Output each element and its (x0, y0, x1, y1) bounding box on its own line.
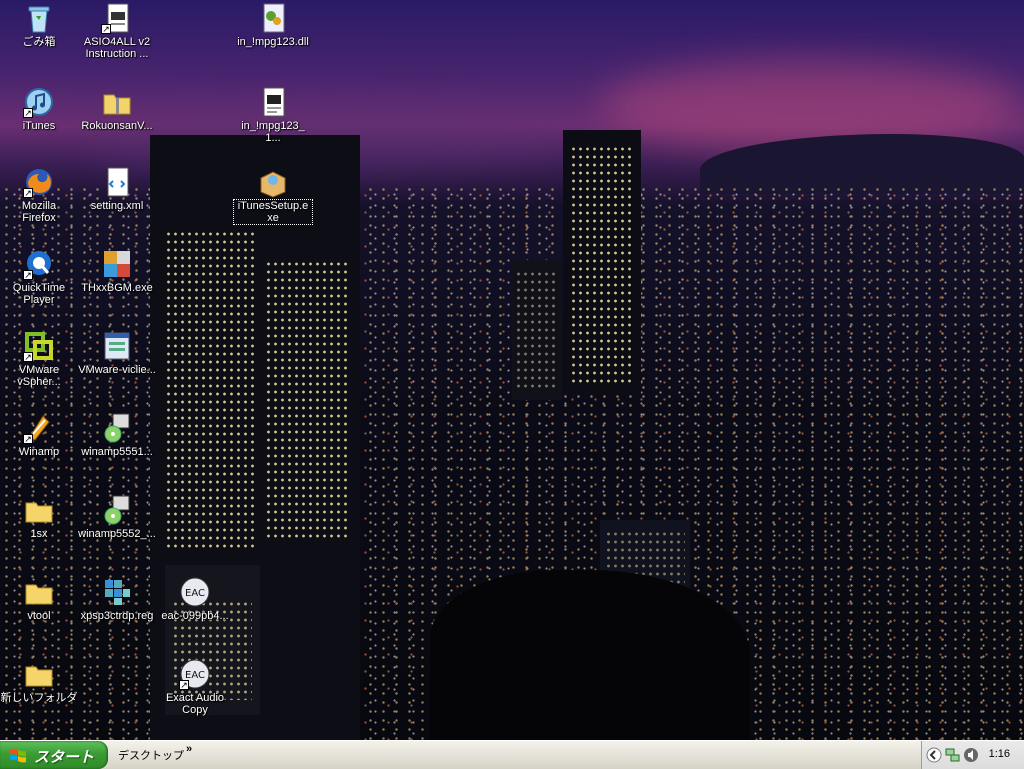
volume-icon[interactable] (963, 747, 979, 763)
tower-left-windows (265, 260, 350, 540)
itunes-icon: ↗ (23, 86, 55, 118)
icon-label: VMware vSpher... (17, 364, 61, 388)
folder-vtool-desktop-icon[interactable]: vtool (0, 576, 78, 622)
winamp-desktop-icon[interactable]: ↗ Winamp (0, 412, 78, 458)
xpsp3ctrdp-reg-desktop-icon[interactable]: xpsp3ctrdp.reg (78, 576, 156, 622)
icon-label: vtool (27, 610, 51, 622)
system-tray: 1:16 (921, 741, 1024, 769)
new-folder-desktop-icon[interactable]: 新しいフォルダ (0, 658, 78, 704)
document-shortcut-icon: ↗ (101, 2, 133, 34)
icon-label: ごみ箱 (22, 36, 56, 48)
icon-label: eac-099pb4... (161, 610, 229, 622)
firefox-icon: ↗ (23, 166, 55, 198)
shortcut-arrow-icon: ↗ (23, 270, 33, 280)
asio4all-instruction-desktop-icon[interactable]: ↗ ASIO4ALL v2 Instruction ... (78, 2, 156, 60)
winamp5552-installer-desktop-icon[interactable]: winamp5552_... (78, 494, 156, 540)
mfc-app-icon (101, 248, 133, 280)
vmware-viclient-desktop-icon[interactable]: VMware-viclie... (78, 330, 156, 376)
start-label: スタート (34, 749, 95, 766)
thxxbgm-desktop-icon[interactable]: THxxBGM.exe (78, 248, 156, 294)
tower-left-windows (165, 230, 255, 550)
taskbar: スタート デスクトップ » 1:16 (0, 740, 1024, 769)
recycle-bin-icon (23, 2, 55, 34)
quick-launch-chevron[interactable]: » (186, 743, 192, 755)
vmware-icon: ↗ (23, 330, 55, 362)
winamp-icon: ↗ (23, 412, 55, 444)
shortcut-arrow-icon: ↗ (179, 680, 189, 690)
icon-label: RokuonsanV... (81, 120, 153, 132)
icon-label: Mozilla Firefox (21, 200, 57, 224)
icon-label: iTunesSetup.e xe (233, 199, 313, 225)
shortcut-arrow-icon: ↗ (23, 188, 33, 198)
rokuonsan-desktop-icon[interactable]: RokuonsanV... (78, 86, 156, 132)
shortcut-arrow-icon: ↗ (23, 352, 33, 362)
mozilla-firefox-desktop-icon[interactable]: ↗ Mozilla Firefox (0, 166, 78, 224)
eac-icon: EAC (179, 576, 211, 608)
quicktime-player-desktop-icon[interactable]: ↗ QuickTime Player (0, 248, 78, 306)
shortcut-arrow-icon: ↗ (23, 434, 33, 444)
itunes-setup-desktop-icon[interactable]: iTunesSetup.e xe (233, 166, 313, 225)
icon-label: winamp5552_... (78, 528, 156, 540)
folder-1sx-desktop-icon[interactable]: 1sx (0, 494, 78, 540)
tower-center-windows (570, 145, 634, 385)
icon-label: 新しいフォルダ (0, 692, 78, 704)
itunes-desktop-icon[interactable]: ↗ iTunes (0, 86, 78, 132)
winamp-installer-icon (101, 412, 133, 444)
icon-label: iTunes (22, 120, 56, 132)
in-mpg123-dll-desktop-icon[interactable]: in_!mpg123.dll (234, 2, 312, 48)
park-trees (430, 570, 750, 740)
winamp-installer-icon (101, 494, 133, 526)
quick-launch-desktop[interactable]: デスクトップ (118, 747, 184, 763)
shortcut-arrow-icon: ↗ (101, 24, 111, 34)
icon-label: 1sx (30, 528, 48, 540)
icon-label: in_!mpg123_1... (241, 120, 305, 144)
icon-label: QuickTime Player (12, 282, 66, 306)
exact-audio-copy-desktop-icon[interactable]: EAC ↗ Exact Audio Copy (156, 658, 234, 716)
icon-label: THxxBGM.exe (81, 282, 153, 294)
start-button[interactable]: スタート (0, 741, 108, 769)
zip-folder-icon (101, 86, 133, 118)
icon-label: xpsp3ctrdp.reg (80, 610, 154, 622)
winamp5551-installer-desktop-icon[interactable]: winamp5551... (78, 412, 156, 458)
in-mpg123-txt-desktop-icon[interactable]: in_!mpg123_1... (234, 86, 312, 144)
icon-label: setting.xml (90, 200, 144, 212)
building-mid-windows (515, 270, 559, 390)
registry-file-icon (101, 576, 133, 608)
icon-label: in_!mpg123.dll (237, 36, 309, 48)
clock[interactable]: 1:16 (989, 748, 1010, 760)
text-file-icon (257, 86, 289, 118)
vmware-vsphere-desktop-icon[interactable]: ↗ VMware vSpher... (0, 330, 78, 388)
icon-label: Winamp (18, 446, 60, 458)
setup-exe-icon (101, 330, 133, 362)
icon-label: winamp5551... (81, 446, 153, 458)
icon-label: ASIO4ALL v2 Instruction ... (83, 36, 151, 60)
folder-icon (23, 658, 55, 690)
folder-icon (23, 576, 55, 608)
network-icon[interactable] (945, 747, 961, 763)
svg-text:EAC: EAC (185, 588, 205, 599)
icon-label: Exact Audio Copy (165, 692, 225, 716)
installer-icon (257, 166, 289, 198)
folder-icon (23, 494, 55, 526)
tray-expand-icon[interactable] (926, 747, 942, 763)
recycle-bin-desktop-icon[interactable]: ごみ箱 (0, 2, 78, 48)
quicktime-icon: ↗ (23, 248, 55, 280)
desktop[interactable]: ごみ箱 ↗ ASIO4ALL v2 Instruction ... in_!mp… (0, 0, 1024, 740)
eac-icon: EAC ↗ (179, 658, 211, 690)
eac-installer-desktop-icon[interactable]: EAC eac-099pb4... (156, 576, 234, 622)
dll-file-icon (257, 2, 289, 34)
icon-label: VMware-viclie... (78, 364, 156, 376)
setting-xml-desktop-icon[interactable]: setting.xml (78, 166, 156, 212)
shortcut-arrow-icon: ↗ (23, 108, 33, 118)
windows-flag-icon (9, 747, 27, 763)
xml-file-icon (101, 166, 133, 198)
